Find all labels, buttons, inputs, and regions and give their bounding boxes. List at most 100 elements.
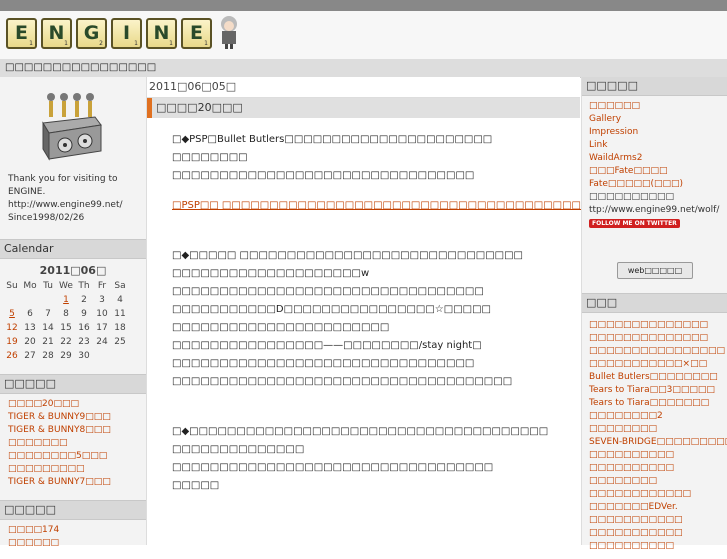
tagline-bar: □□□□□□□□□□□□□□□□: [0, 59, 727, 78]
calendar-day: 14: [42, 323, 54, 333]
archive-link[interactable]: □□□□□□□EDVer.: [589, 501, 727, 514]
archive-link[interactable]: Tears to Tiara□□□□□□□: [589, 397, 727, 410]
calendar-day: 25: [114, 337, 126, 347]
site-logo[interactable]: E1 N1 G2 I1 N1 E1: [6, 15, 242, 49]
post-line: □□□□□□□□□□□□□□□□□□□□□□□□□□□□□□□□□□□□: [172, 376, 513, 387]
about-text: Thank you for visiting to ENGINE. http:/…: [8, 173, 123, 225]
post-line: □◆□□□□□ □□□□□□□□□□□□□□□□□□□□□□□□□□□□□□: [172, 250, 524, 261]
recent-post-link[interactable]: □□□□□□□□5□□□: [8, 450, 146, 463]
post-line: □□□□□□□□□□□□□□□□□□□□□□□□□□□□□□□□□□: [172, 462, 494, 473]
calendar-title: Calendar: [0, 239, 146, 259]
post-line: □□□□□□□□□□□□□□□□□□□□w: [172, 268, 370, 279]
post-line: □□□□□□□□□□□□□□□□□□□□□□□□□□□□□□□□: [172, 170, 475, 181]
archive-link[interactable]: Tears to Tiara□□3□□□□□: [589, 384, 727, 397]
post-line: □□□□□: [172, 480, 220, 491]
calendar-day: 13: [24, 323, 36, 333]
site-header: E1 N1 G2 I1 N1 E1: [0, 11, 727, 59]
calendar-day: 19: [6, 337, 18, 347]
twitter-follow-button[interactable]: FOLLOW ME ON TWITTER: [589, 219, 680, 228]
right-sidebar: □□□□□ □□□□□□ Gallery Impression Link Wai…: [581, 77, 727, 551]
weekday: Th: [78, 281, 90, 291]
links-title: □□□□□: [582, 77, 727, 96]
recent-post-link[interactable]: TIGER & BUNNY8□□□: [8, 424, 146, 437]
category-link[interactable]: □□□□174: [8, 524, 146, 537]
recent-post-link[interactable]: □□□□20□□□: [8, 398, 146, 411]
weekday: Sa: [114, 281, 126, 291]
nav-link[interactable]: Gallery: [589, 113, 727, 126]
calendar-day: 23: [78, 337, 90, 347]
recent-post-link[interactable]: TIGER & BUNNY9□□□: [8, 411, 146, 424]
archive-link[interactable]: □□□□□□□□□□□×□□: [589, 358, 727, 371]
archive-link[interactable]: □□□□□□□□□□□□□□: [589, 319, 727, 332]
post-title[interactable]: □□□□20□□□: [147, 98, 580, 118]
categories-title: □□□□□: [0, 500, 146, 520]
main-content: 2011□06□05□ □□□□20□□□ □◆PSP□Bullet Butle…: [147, 77, 609, 545]
post-line: □□□□□□□□□□□□□□□□——□□□□□□□□/stay night□: [172, 340, 482, 351]
left-sidebar: Thank you for visiting to ENGINE. http:/…: [0, 77, 147, 548]
calendar-day: 15: [60, 323, 72, 333]
calendar-day-link[interactable]: 1: [57, 293, 75, 307]
profile-label: □□□□□□□□□□: [589, 192, 675, 202]
weekday: Su: [6, 281, 18, 291]
post-line: □□□□□□□□□□□□□□: [172, 444, 305, 455]
logo-tile: G2: [76, 18, 107, 49]
links-list: □□□□□□ Gallery Impression Link WaildArms…: [582, 96, 727, 234]
recent-post-link[interactable]: □□□□□□□□□: [8, 463, 146, 476]
archive-link[interactable]: □□□□□□□□□□: [589, 540, 727, 553]
calendar-day: 21: [42, 337, 54, 347]
calendar-day: [93, 349, 111, 363]
archive-link[interactable]: □□□□□□□□□□: [589, 449, 727, 462]
web-button[interactable]: web□□□□□: [617, 262, 693, 279]
archive-link[interactable]: □□□□□□□□: [589, 423, 727, 436]
nav-link[interactable]: Impression: [589, 126, 727, 139]
about-line: ENGINE.: [8, 187, 46, 197]
archive-link[interactable]: Bullet Butlers□□□□□□□□: [589, 371, 727, 384]
logo-tile: N1: [41, 18, 72, 49]
calendar-day: 20: [24, 337, 36, 347]
about-widget: Thank you for visiting to ENGINE. http:/…: [0, 77, 146, 239]
archive-title: □□□: [582, 293, 727, 313]
about-line: Since1998/02/26: [8, 213, 85, 223]
archive-link[interactable]: □□□□□□□□□□□: [589, 527, 727, 540]
calendar-day: 26: [6, 351, 18, 361]
archive-link[interactable]: □□□□□□□□□□□□□□: [589, 332, 727, 345]
recent-post-link[interactable]: TIGER & BUNNY7□□□: [8, 476, 146, 489]
nav-link[interactable]: WaildArms2: [589, 152, 727, 165]
post-link[interactable]: □PSP□□ □□□□□□□□□□□□□□□□□□□□□□□□□□□□□□□□□…: [172, 200, 609, 211]
calendar-day-link[interactable]: 5: [3, 307, 21, 321]
calendar-day: 9: [81, 309, 87, 319]
archive-link[interactable]: □□□□□□□□2: [589, 410, 727, 423]
categories-list: □□□□174 □□□□□□: [0, 520, 146, 556]
calendar-day: 22: [60, 337, 72, 347]
archive-link[interactable]: □□□□□□□□□□□□□□□□: [589, 345, 727, 358]
recent-post-link[interactable]: □□□□□□□: [8, 437, 146, 450]
nav-link[interactable]: Link: [589, 139, 727, 152]
profile-url[interactable]: ttp://www.engine99.net/wolf/: [589, 204, 727, 217]
calendar-day: 29: [60, 351, 72, 361]
site-url-link[interactable]: http://www.engine99.net/: [8, 199, 123, 212]
calendar-day: 10: [96, 309, 108, 319]
calendar-day: 24: [96, 337, 108, 347]
nav-link[interactable]: □□□Fate□□□□: [589, 165, 727, 178]
weekday: We: [59, 281, 73, 291]
post-body: □◆PSP□Bullet Butlers□□□□□□□□□□□□□□□□□□□□…: [172, 131, 609, 495]
calendar-day: 6: [27, 309, 33, 319]
engine-machine-icon: [42, 93, 102, 161]
calendar-table: Su Mo Tu We Th Fr Sa 1 2 3 4 5 6 7 8 9 1…: [3, 279, 129, 363]
archive-link[interactable]: □□□□□□□□□□: [589, 462, 727, 475]
calendar-day: 17: [96, 323, 108, 333]
archive-link[interactable]: □□□□□□□□: [589, 475, 727, 488]
calendar-day: 30: [78, 351, 90, 361]
archive-link[interactable]: □□□□□□□□□□□□: [589, 488, 727, 501]
weekday: Fr: [97, 281, 107, 291]
nav-link[interactable]: Fate□□□□□(□□□): [589, 178, 727, 191]
category-link[interactable]: □□□□□□: [8, 537, 146, 550]
mascot-icon: [221, 16, 237, 49]
weekday: Tu: [43, 281, 53, 291]
archive-link[interactable]: SEVEN-BRIDGE□□□□□□□□□: [589, 436, 727, 449]
logo-tile: N1: [146, 18, 177, 49]
post-date: 2011□06□05□: [147, 77, 580, 98]
post-line: □□□□□□□□□□□□□□□□□□□□□□□: [172, 322, 390, 333]
archive-link[interactable]: □□□□□□□□□□□: [589, 514, 727, 527]
nav-link[interactable]: □□□□□□: [589, 100, 727, 113]
